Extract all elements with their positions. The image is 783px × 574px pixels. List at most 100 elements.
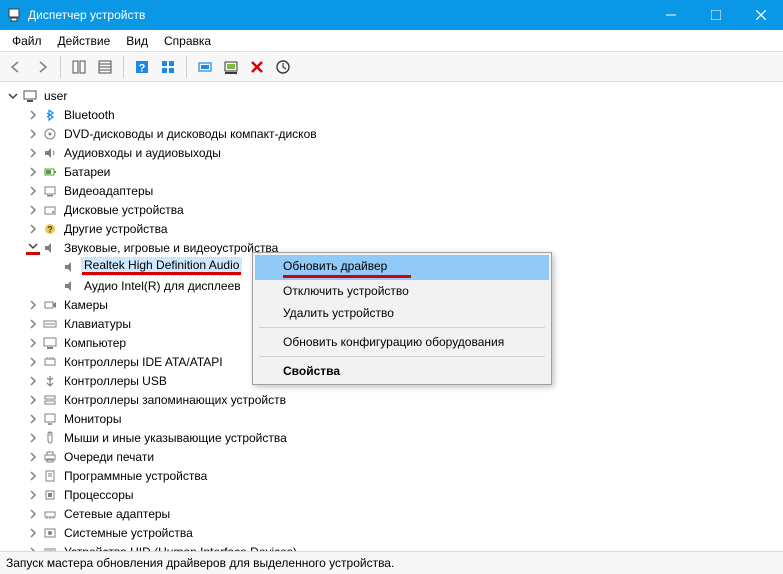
tree-item-other-devices[interactable]: ? Другие устройства: [24, 219, 783, 238]
tree-item-mice-pointing[interactable]: Мыши и иные указывающие устройства: [24, 428, 783, 447]
context-menu: Обновить драйвер Отключить устройство Уд…: [252, 252, 552, 385]
toolbar-show-hide-tree-button[interactable]: [67, 55, 91, 79]
tree-label: Системные устройства: [62, 526, 195, 540]
tree-item-dvd[interactable]: DVD-дисководы и дисководы компакт-дисков: [24, 124, 783, 143]
close-button[interactable]: [738, 0, 783, 30]
tree-item-display-adapters[interactable]: Видеоадаптеры: [24, 181, 783, 200]
tree-item-print-queues[interactable]: Очереди печати: [24, 447, 783, 466]
tree-label: Другие устройства: [62, 222, 170, 236]
menu-help[interactable]: Справка: [156, 32, 219, 50]
chevron-right-icon[interactable]: [26, 203, 40, 217]
context-menu-label: Удалить устройство: [283, 306, 394, 320]
toolbar-tiles-button[interactable]: [156, 55, 180, 79]
maximize-button[interactable]: [693, 0, 738, 30]
toolbar-back-button[interactable]: [4, 55, 28, 79]
disc-drive-icon: [42, 126, 58, 142]
tree-root[interactable]: user: [4, 86, 783, 105]
tree-label: Батареи: [62, 165, 112, 179]
chevron-right-icon[interactable]: [26, 412, 40, 426]
context-menu-label: Обновить конфигурацию оборудования: [283, 335, 504, 349]
svg-text:?: ?: [47, 224, 53, 234]
tree-item-audio-io[interactable]: Аудиовходы и аудиовыходы: [24, 143, 783, 162]
context-menu-label: Свойства: [283, 364, 340, 378]
tree-item-batteries[interactable]: Батареи: [24, 162, 783, 181]
toolbar-scan-hardware-button[interactable]: [271, 55, 295, 79]
chevron-right-icon[interactable]: [26, 298, 40, 312]
tree-item-system-devices[interactable]: Системные устройства: [24, 523, 783, 542]
chevron-right-icon[interactable]: [26, 507, 40, 521]
window-title: Диспетчер устройств: [28, 8, 145, 22]
sound-icon: [42, 240, 58, 256]
toolbar-help-button[interactable]: ?: [130, 55, 154, 79]
chevron-right-icon[interactable]: [26, 431, 40, 445]
chevron-right-icon[interactable]: [26, 336, 40, 350]
chevron-right-icon[interactable]: [26, 374, 40, 388]
tree-label: Очереди печати: [62, 450, 156, 464]
chevron-right-icon[interactable]: [26, 146, 40, 160]
bluetooth-icon: [42, 107, 58, 123]
chevron-right-icon[interactable]: [26, 165, 40, 179]
toolbar-uninstall-button[interactable]: [245, 55, 269, 79]
network-icon: [42, 506, 58, 522]
menu-view[interactable]: Вид: [118, 32, 156, 50]
speaker-icon: [42, 145, 58, 161]
chevron-right-icon[interactable]: [26, 488, 40, 502]
toolbar-disable-device-button[interactable]: [219, 55, 243, 79]
svg-text:?: ?: [139, 62, 146, 74]
tree-item-bluetooth[interactable]: Bluetooth: [24, 105, 783, 124]
minimize-button[interactable]: [648, 0, 693, 30]
chevron-down-icon[interactable]: [26, 241, 40, 255]
tree-label: Клавиатуры: [62, 317, 133, 331]
toolbar-update-driver-button[interactable]: [193, 55, 217, 79]
app-icon: [6, 7, 22, 23]
printer-icon: [42, 449, 58, 465]
tree-label: Камеры: [62, 298, 110, 312]
chevron-right-icon[interactable]: [26, 355, 40, 369]
chevron-right-icon[interactable]: [26, 127, 40, 141]
toolbar-separator: [123, 56, 124, 78]
chevron-right-icon[interactable]: [26, 184, 40, 198]
chevron-right-icon[interactable]: [26, 222, 40, 236]
tree-item-network-adapters[interactable]: Сетевые адаптеры: [24, 504, 783, 523]
toolbar-forward-button[interactable]: [30, 55, 54, 79]
software-icon: [42, 468, 58, 484]
tree-label: Контроллеры USB: [62, 374, 169, 388]
tree-item-monitors[interactable]: Мониторы: [24, 409, 783, 428]
context-menu-disable-device[interactable]: Отключить устройство: [255, 280, 549, 302]
chevron-right-icon[interactable]: [26, 317, 40, 331]
tree-label: Мониторы: [62, 412, 123, 426]
context-menu-label: Отключить устройство: [283, 284, 409, 298]
chevron-down-icon[interactable]: [6, 89, 20, 103]
chevron-right-icon[interactable]: [26, 108, 40, 122]
title-bar: Диспетчер устройств: [0, 0, 783, 30]
tree-item-storage-controllers[interactable]: Контроллеры запоминающих устройств: [24, 390, 783, 409]
tree-item-hid[interactable]: Устройства HID (Human Interface Devices): [24, 542, 783, 552]
chevron-right-icon[interactable]: [26, 469, 40, 483]
sound-icon: [62, 259, 78, 275]
tree-item-disk-drives[interactable]: Дисковые устройства: [24, 200, 783, 219]
chevron-right-icon[interactable]: [26, 393, 40, 407]
controller-icon: [42, 354, 58, 370]
context-menu-properties[interactable]: Свойства: [255, 360, 549, 382]
chevron-right-icon[interactable]: [26, 545, 40, 553]
disk-drive-icon: [42, 202, 58, 218]
tree-item-processors[interactable]: Процессоры: [24, 485, 783, 504]
menu-action[interactable]: Действие: [50, 32, 119, 50]
chevron-right-icon[interactable]: [26, 450, 40, 464]
tree-view[interactable]: user Bluetooth DVD-дисководы и дисководы…: [0, 82, 783, 552]
usb-icon: [42, 373, 58, 389]
toolbar: ?: [0, 52, 783, 82]
mouse-icon: [42, 430, 58, 446]
chevron-right-icon[interactable]: [26, 526, 40, 540]
context-menu-uninstall-device[interactable]: Удалить устройство: [255, 302, 549, 324]
tree-label: Realtek High Definition Audio: [82, 258, 241, 275]
context-menu-scan-hardware[interactable]: Обновить конфигурацию оборудования: [255, 331, 549, 353]
toolbar-properties-button[interactable]: [93, 55, 117, 79]
tree-label: Мыши и иные указывающие устройства: [62, 431, 289, 445]
context-menu-update-driver[interactable]: Обновить драйвер: [255, 255, 549, 280]
menu-file[interactable]: Файл: [4, 32, 50, 50]
tree-item-software-devices[interactable]: Программные устройства: [24, 466, 783, 485]
cpu-icon: [42, 487, 58, 503]
tree-label: Аудио Intel(R) для дисплеев: [82, 279, 243, 293]
keyboard-icon: [42, 316, 58, 332]
